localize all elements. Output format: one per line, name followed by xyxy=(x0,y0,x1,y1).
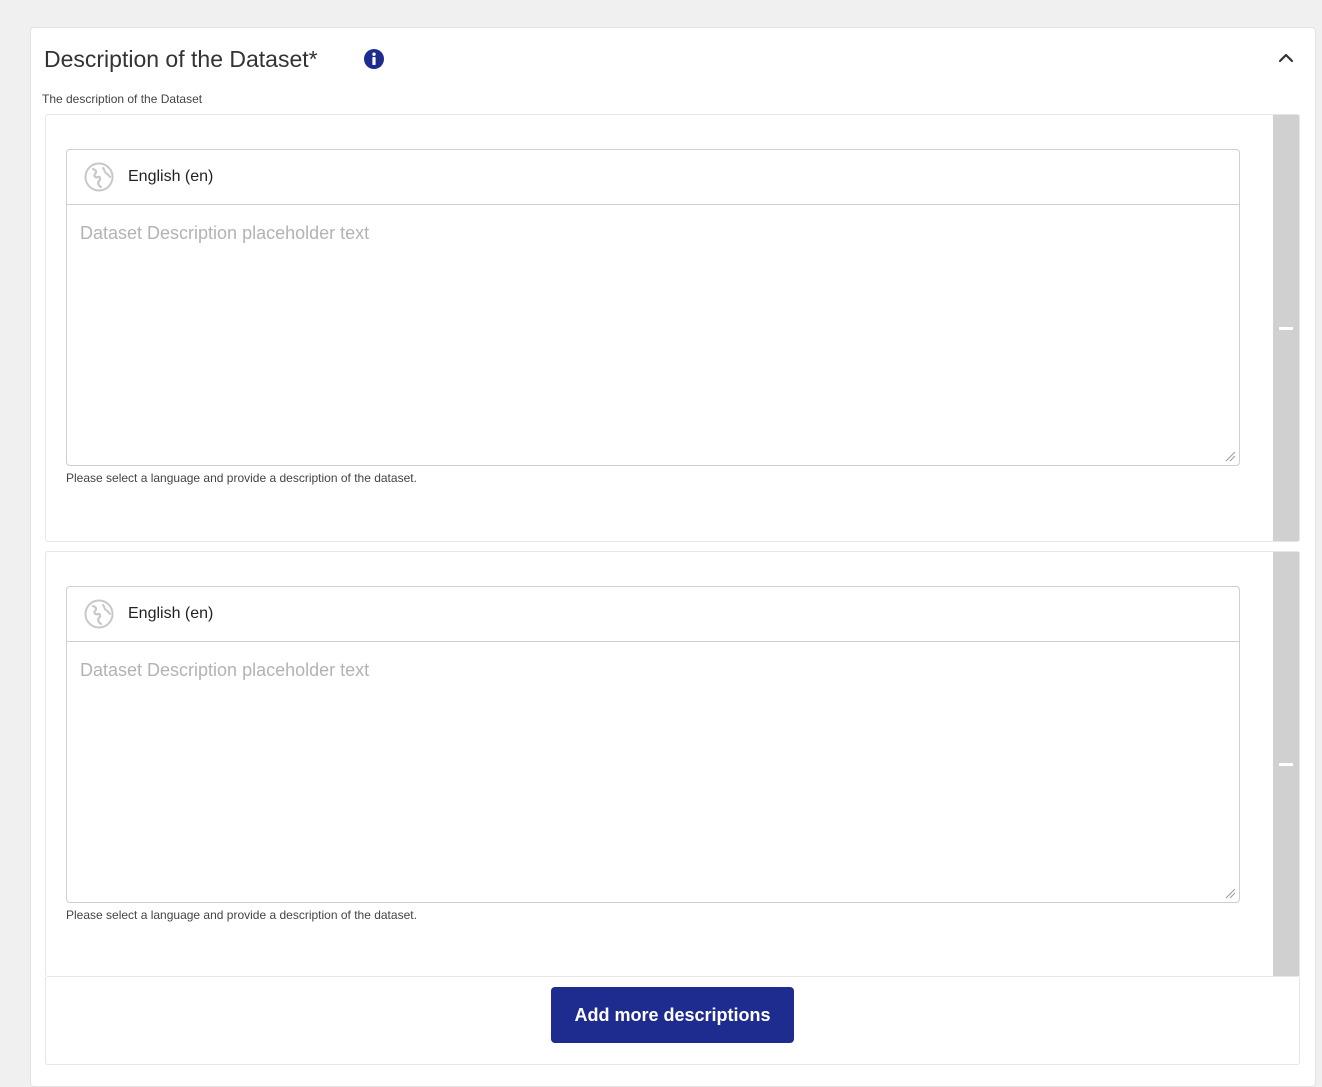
section-subtitle: The description of the Dataset xyxy=(42,92,203,106)
resize-handle-icon[interactable] xyxy=(1224,450,1236,462)
language-label: English (en) xyxy=(128,605,214,622)
help-text: Please select a language and provide a d… xyxy=(66,471,417,485)
description-field: English (en) xyxy=(66,586,1240,903)
description-textarea[interactable] xyxy=(67,642,1239,902)
globe-icon xyxy=(84,599,114,629)
description-textarea[interactable] xyxy=(67,205,1239,465)
remove-description-button[interactable] xyxy=(1273,115,1299,541)
remove-description-button[interactable] xyxy=(1273,552,1299,976)
globe-icon xyxy=(84,162,114,192)
chevron-up-icon[interactable] xyxy=(1276,48,1296,68)
resize-handle-icon[interactable] xyxy=(1224,887,1236,899)
minus-icon xyxy=(1279,327,1293,330)
language-selector[interactable]: English (en) xyxy=(67,150,1239,205)
description-card: English (en) Please select a language an… xyxy=(45,551,1300,977)
info-circle-icon[interactable] xyxy=(364,49,384,69)
description-panel: Description of the Dataset* The descript… xyxy=(30,27,1316,1087)
language-label: English (en) xyxy=(128,168,214,185)
language-selector[interactable]: English (en) xyxy=(67,587,1239,642)
add-descriptions-footer: Add more descriptions xyxy=(45,977,1300,1065)
minus-icon xyxy=(1279,763,1293,766)
section-title: Description of the Dataset* xyxy=(44,46,318,72)
description-card: English (en) Please select a language an… xyxy=(45,114,1300,542)
description-field: English (en) xyxy=(66,149,1240,466)
help-text: Please select a language and provide a d… xyxy=(66,908,417,922)
add-more-descriptions-button[interactable]: Add more descriptions xyxy=(551,987,794,1043)
